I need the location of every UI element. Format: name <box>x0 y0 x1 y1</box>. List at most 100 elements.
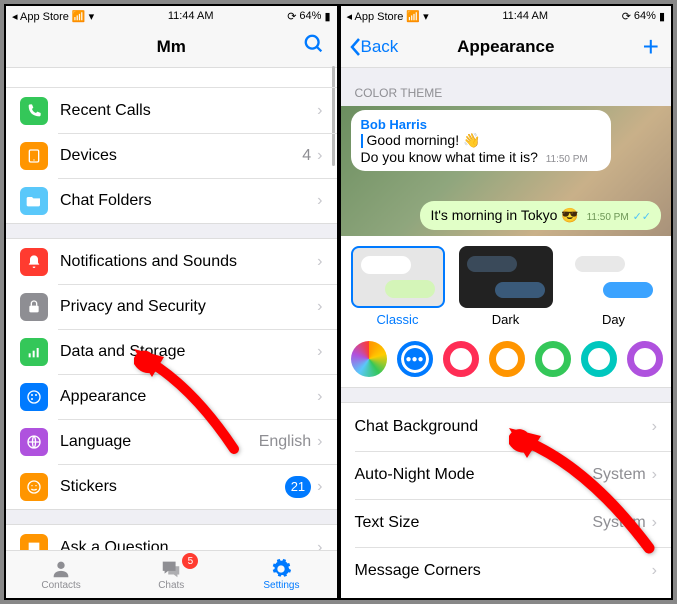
row-notifications-and-sounds[interactable]: Notifications and Sounds › <box>6 239 337 284</box>
row-privacy-and-security[interactable]: Privacy and Security › <box>6 284 337 329</box>
row-label: Message Corners <box>355 562 652 580</box>
page-title: Mm <box>157 37 186 57</box>
clock: 11:44 AM <box>502 10 548 22</box>
theme-label: Classic <box>351 312 445 327</box>
color-blue[interactable]: ●●● <box>397 341 433 377</box>
person-icon <box>49 558 73 580</box>
row-label: Notifications and Sounds <box>60 253 317 271</box>
color-purple[interactable] <box>627 341 663 377</box>
page-title: Appearance <box>457 37 554 57</box>
tab-label: Contacts <box>41 580 80 591</box>
incoming-bubble: Bob Harris Good morning! 👋 Do you know w… <box>351 110 611 171</box>
theme-day[interactable]: Day <box>567 246 661 327</box>
chevron-right-icon: › <box>317 298 322 316</box>
theme-dark[interactable]: Dark <box>459 246 553 327</box>
color-orange[interactable] <box>489 341 525 377</box>
row-detail: 4 <box>302 147 311 165</box>
chat-preview: Bob Harris Good morning! 👋 Do you know w… <box>341 106 672 236</box>
theme-label: Dark <box>459 312 553 327</box>
row-devices[interactable]: Devices 4 › <box>6 133 337 178</box>
tab-settings[interactable]: Settings <box>226 551 336 598</box>
battery-pct: 64% <box>299 10 321 22</box>
message-text: Do you know what time it is? <box>361 149 538 165</box>
theme-thumb <box>351 246 445 308</box>
row-label: Devices <box>60 147 302 165</box>
row-label: Chat Folders <box>60 192 317 210</box>
lock-icon <box>20 293 48 321</box>
timestamp: 11:50 PM <box>546 154 588 165</box>
status-bar: ◂ App Store 📶 ▾ 11:44 AM ⟳ 64% ▮ <box>6 6 337 26</box>
data-icon <box>20 338 48 366</box>
sender-name: Bob Harris <box>361 117 427 132</box>
annotation-arrow <box>509 428 659 563</box>
search-icon[interactable] <box>303 33 325 60</box>
theme-picker: Classic Dark Day <box>341 236 672 331</box>
tab-label: Settings <box>263 580 299 591</box>
row-chat-folders[interactable]: Chat Folders › <box>6 178 337 223</box>
settings-list: Recent Calls › Devices 4 › Chat Folders … <box>6 68 337 598</box>
tab-label: Chats <box>158 580 184 591</box>
row-label: Privacy and Security <box>60 298 317 316</box>
color-multi[interactable] <box>351 341 387 377</box>
color-green[interactable] <box>535 341 571 377</box>
row-stickers[interactable]: Stickers 21 › <box>6 464 337 509</box>
folder-icon <box>20 187 48 215</box>
tab-chats[interactable]: Chats 5 <box>116 551 226 598</box>
rotation-lock-icon: ⟳ <box>287 10 296 23</box>
chevron-right-icon: › <box>652 562 657 580</box>
chevron-right-icon: › <box>317 192 322 210</box>
status-bar: ◂ App Store 📶 ▾ 11:44 AM ⟳ 64% ▮ <box>341 6 672 26</box>
row-badge: 21 <box>285 476 311 498</box>
row-label: Recent Calls <box>60 102 317 120</box>
add-button[interactable]: + <box>643 31 659 63</box>
sticker-icon <box>20 473 48 501</box>
settings-screen: ◂ App Store 📶 ▾ 11:44 AM ⟳ 64% ▮ Mm Rece… <box>6 6 337 598</box>
outgoing-bubble: It's morning in Tokyo 😎 11:50 PM ✓✓ <box>420 201 661 230</box>
color-cyan[interactable] <box>581 341 617 377</box>
phone-icon <box>20 97 48 125</box>
wifi-icon: ▾ <box>89 10 95 23</box>
signal-icon: 📶 <box>72 10 86 23</box>
globe-icon <box>20 428 48 456</box>
chevron-right-icon: › <box>317 253 322 271</box>
back-app-label[interactable]: ◂ App Store <box>347 10 404 23</box>
chevron-right-icon: › <box>317 433 322 451</box>
back-button[interactable]: Back <box>349 37 399 57</box>
battery-pct: 64% <box>634 10 656 22</box>
chevron-right-icon: › <box>317 147 322 165</box>
appearance-screen: ◂ App Store 📶 ▾ 11:44 AM ⟳ 64% ▮ Back Ap… <box>341 6 672 598</box>
bell-icon <box>20 248 48 276</box>
clock: 11:44 AM <box>168 10 214 22</box>
chevron-right-icon: › <box>317 478 322 496</box>
timestamp: 11:50 PM <box>587 212 629 223</box>
brush-icon <box>20 383 48 411</box>
gear-icon <box>269 558 293 580</box>
row-detail: English <box>259 433 311 451</box>
back-app-label[interactable]: ◂ App Store <box>12 10 69 23</box>
tab-contacts[interactable]: Contacts <box>6 551 116 598</box>
nav-bar: Mm <box>6 26 337 68</box>
read-checks-icon: ✓✓ <box>633 211 651 223</box>
theme-classic[interactable]: Classic <box>351 246 445 327</box>
wifi-icon: ▾ <box>423 10 429 23</box>
chevron-right-icon: › <box>317 343 322 361</box>
signal-icon: 📶 <box>406 10 420 23</box>
chats-icon <box>159 558 183 580</box>
section-header-color-theme: COLOR THEME <box>341 68 672 106</box>
rotation-lock-icon: ⟳ <box>622 10 631 23</box>
theme-label: Day <box>567 312 661 327</box>
chevron-right-icon: › <box>317 388 322 406</box>
tab-bar: Contacts Chats 5 Settings <box>6 550 337 598</box>
color-pink[interactable] <box>443 341 479 377</box>
reply-text: Good morning! 👋 <box>367 132 481 148</box>
tab-badge: 5 <box>182 553 198 569</box>
theme-thumb <box>567 246 661 308</box>
theme-thumb <box>459 246 553 308</box>
nav-bar: Back Appearance + <box>341 26 672 68</box>
row-label: Stickers <box>60 478 285 496</box>
annotation-arrow <box>134 349 254 464</box>
accent-color-picker: ●●● <box>341 331 672 387</box>
chevron-right-icon: › <box>317 102 322 120</box>
battery-icon: ▮ <box>324 10 330 23</box>
row-recent-calls[interactable]: Recent Calls › <box>6 88 337 133</box>
